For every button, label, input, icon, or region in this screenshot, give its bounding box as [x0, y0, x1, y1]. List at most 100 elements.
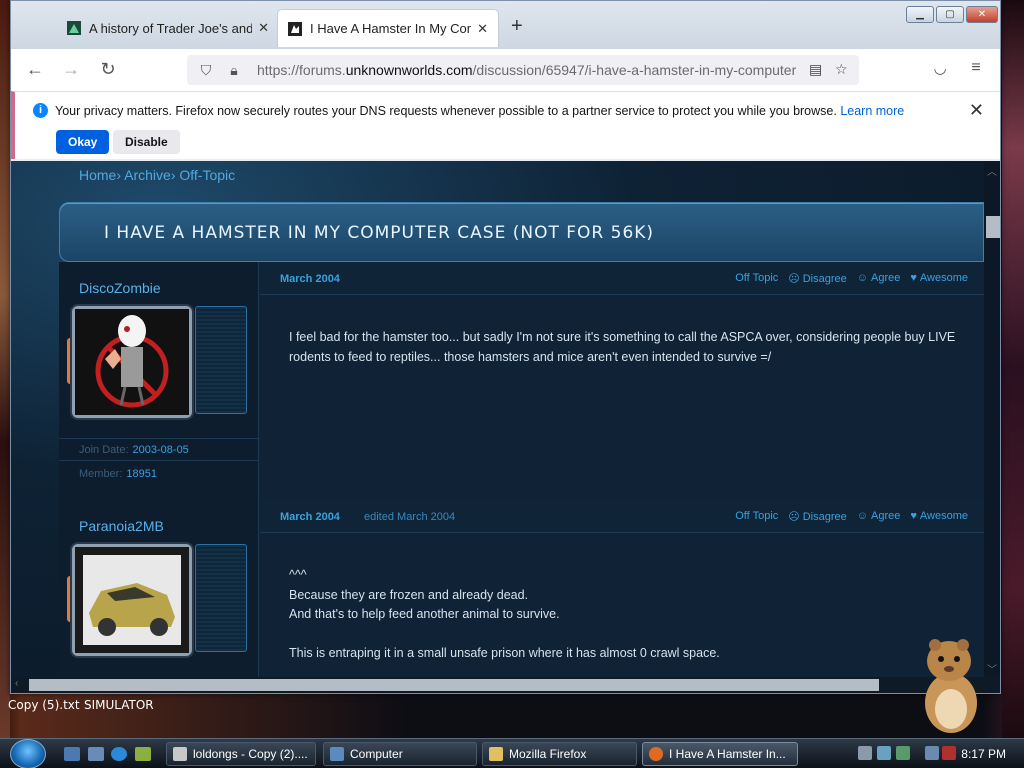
post-date[interactable]: March 2004	[280, 273, 340, 285]
avatar-image	[75, 309, 189, 415]
thread-title-banner: I HAVE A HAMSTER IN MY COMPUTER CASE (NO…	[59, 202, 984, 262]
post: DiscoZombie Join Date: 2003-08-05 Member…	[59, 262, 984, 500]
bookmark-star-icon[interactable]: ☆	[835, 61, 848, 78]
url-bar[interactable]: ⛉ 🔒︎ https://forums.unknownworlds.com/di…	[187, 55, 859, 85]
tray-app-icon[interactable]	[896, 746, 910, 760]
breadcrumb-offtopic-link[interactable]: Off-Topic	[179, 167, 235, 183]
post-header: March 2004 Off Topic ☹ Disagree ☺ Agree ♥ A…	[260, 262, 984, 295]
scroll-down-icon[interactable]: ﹀	[987, 661, 997, 676]
rank-badge-slot	[195, 544, 247, 652]
close-notification-icon[interactable]: ✕	[969, 100, 984, 121]
breadcrumb-home-link[interactable]: Home	[79, 167, 116, 183]
taskbar-item-loldongs[interactable]: loldongs - Copy (2)....	[166, 742, 316, 766]
start-button[interactable]	[10, 739, 46, 768]
tab-strip: A history of Trader Joe's and Joe ✕ I Ha…	[11, 1, 1000, 49]
lock-icon[interactable]: 🔒︎	[225, 62, 243, 79]
join-date: Join Date: 2003-08-05	[79, 444, 189, 456]
tab-close-icon[interactable]: ✕	[477, 21, 488, 37]
taskbar-item-hamster-page[interactable]: I Have A Hamster In...	[642, 742, 798, 766]
hamster-widget-image[interactable]	[915, 635, 985, 735]
tray-app-icon[interactable]	[877, 746, 891, 760]
new-tab-icon[interactable]: +	[511, 15, 523, 38]
vertical-scrollbar[interactable]: ︿ ﹀	[984, 161, 1000, 677]
rank-badge-slot	[195, 306, 247, 414]
reaction-bar: Off Topic ☹ Disagree ☺ Agree ♥ Awesome	[735, 272, 968, 285]
post-author-panel: DiscoZombie Join Date: 2003-08-05 Member…	[59, 262, 259, 500]
scroll-up-icon[interactable]: ︿	[987, 163, 997, 178]
scrollbar-thumb[interactable]	[986, 216, 1000, 238]
author-username[interactable]: Paranoia2MB	[79, 518, 164, 534]
site-favicon-icon	[67, 21, 81, 35]
site-favicon-icon	[288, 21, 302, 36]
disagree-icon: ☹	[788, 273, 800, 285]
reaction-awesome[interactable]: ♥ Awesome	[910, 510, 968, 523]
tab-title: A history of Trader Joe's and Joe	[89, 20, 253, 36]
reaction-awesome[interactable]: ♥ Awesome	[910, 272, 968, 285]
post-edited-note: edited March 2004	[364, 511, 456, 523]
okay-button[interactable]: Okay	[56, 130, 110, 154]
tab-close-icon[interactable]: ✕	[258, 20, 269, 36]
switch-windows-icon[interactable]	[88, 747, 104, 761]
reader-view-icon[interactable]: ▤	[809, 61, 822, 78]
back-icon[interactable]: ←	[24, 59, 46, 80]
notepad-icon	[173, 747, 187, 761]
breadcrumb-archive-link[interactable]: Archive	[124, 167, 171, 183]
taskbar: loldongs - Copy (2).... Computer Mozilla…	[0, 738, 1024, 768]
window-close-icon[interactable]: ✕	[966, 6, 998, 23]
privacy-notification-bar: i Your privacy matters. Firefox now secu…	[11, 91, 1000, 159]
reaction-off-topic[interactable]: Off Topic	[735, 510, 778, 523]
post-header: March 2004 edited March 2004 Off Topic ☹…	[260, 500, 984, 533]
disable-button[interactable]: Disable	[113, 130, 180, 154]
clock[interactable]: 8:17 PM	[961, 747, 1006, 761]
member-number: Member: 18951	[79, 468, 157, 480]
reaction-disagree[interactable]: ☹ Disagree	[788, 510, 847, 523]
firefox-icon	[649, 747, 663, 761]
post: Paranoia2MB March 2004 edited March 2004…	[59, 500, 984, 677]
tab-hamster[interactable]: I Have A Hamster In My Compu ✕	[277, 9, 499, 47]
reload-icon[interactable]: ↻	[97, 59, 119, 80]
shield-icon[interactable]: ⛉	[197, 62, 215, 79]
agree-icon: ☺	[856, 510, 868, 522]
volume-muted-icon[interactable]	[942, 746, 956, 760]
page-content: Home› Archive› Off-Topic I HAVE A HAMSTE…	[11, 161, 1000, 677]
post-body: I feel bad for the hamster too... but sa…	[289, 330, 956, 364]
browser-window: A history of Trader Joe's and Joe ✕ I Ha…	[10, 0, 1001, 694]
reaction-off-topic[interactable]: Off Topic	[735, 272, 778, 285]
taskbar-item-computer[interactable]: Computer	[323, 742, 477, 766]
scrollbar-thumb[interactable]	[29, 679, 879, 691]
post-body: ^^^ Because they are frozen and already …	[289, 568, 720, 660]
reaction-agree[interactable]: ☺ Agree	[857, 510, 901, 523]
internet-explorer-icon[interactable]	[111, 747, 127, 761]
post-date[interactable]: March 2004	[280, 511, 340, 523]
taskbar-item-mozilla-firefox-folder[interactable]: Mozilla Firefox	[482, 742, 637, 766]
avatar[interactable]	[72, 544, 192, 656]
minimize-icon[interactable]: ▁	[906, 6, 934, 23]
author-username[interactable]: DiscoZombie	[79, 280, 161, 296]
tray-app-icon[interactable]	[858, 746, 872, 760]
avatar-image	[75, 547, 189, 653]
tab-title: I Have A Hamster In My Compu	[310, 21, 471, 36]
desktop-icon-label-copy5[interactable]: Copy (5).txt	[8, 698, 80, 712]
avatar[interactable]	[72, 306, 192, 418]
reaction-bar: Off Topic ☹ Disagree ☺ Agree ♥ Awesome	[735, 510, 968, 523]
post-author-panel: Paranoia2MB	[59, 500, 259, 677]
info-icon: i	[33, 103, 48, 118]
forward-icon[interactable]: →	[60, 59, 82, 80]
quick-launch-app-icon[interactable]	[135, 747, 151, 761]
tab-trader-joes[interactable]: A history of Trader Joe's and Joe ✕	[57, 9, 279, 47]
disagree-icon: ☹	[788, 511, 800, 523]
window-controls: ▁ ▢ ✕	[906, 6, 998, 23]
horizontal-scrollbar[interactable]: ‹	[11, 677, 1000, 693]
menu-icon[interactable]: ≡	[965, 59, 987, 77]
desktop-icon-label-simulator[interactable]: SIMULATOR	[84, 698, 154, 712]
maximize-icon[interactable]: ▢	[936, 6, 964, 23]
reaction-agree[interactable]: ☺ Agree	[857, 272, 901, 285]
pocket-icon[interactable]: ◡	[929, 59, 951, 77]
url-text[interactable]: https://forums.unknownworlds.com/discuss…	[257, 62, 797, 78]
reaction-disagree[interactable]: ☹ Disagree	[788, 272, 847, 285]
network-icon[interactable]	[925, 746, 939, 760]
scroll-left-icon[interactable]: ‹	[15, 678, 18, 689]
heart-icon: ♥	[910, 510, 917, 522]
learn-more-link[interactable]: Learn more	[840, 104, 904, 118]
show-desktop-icon[interactable]	[64, 747, 80, 761]
